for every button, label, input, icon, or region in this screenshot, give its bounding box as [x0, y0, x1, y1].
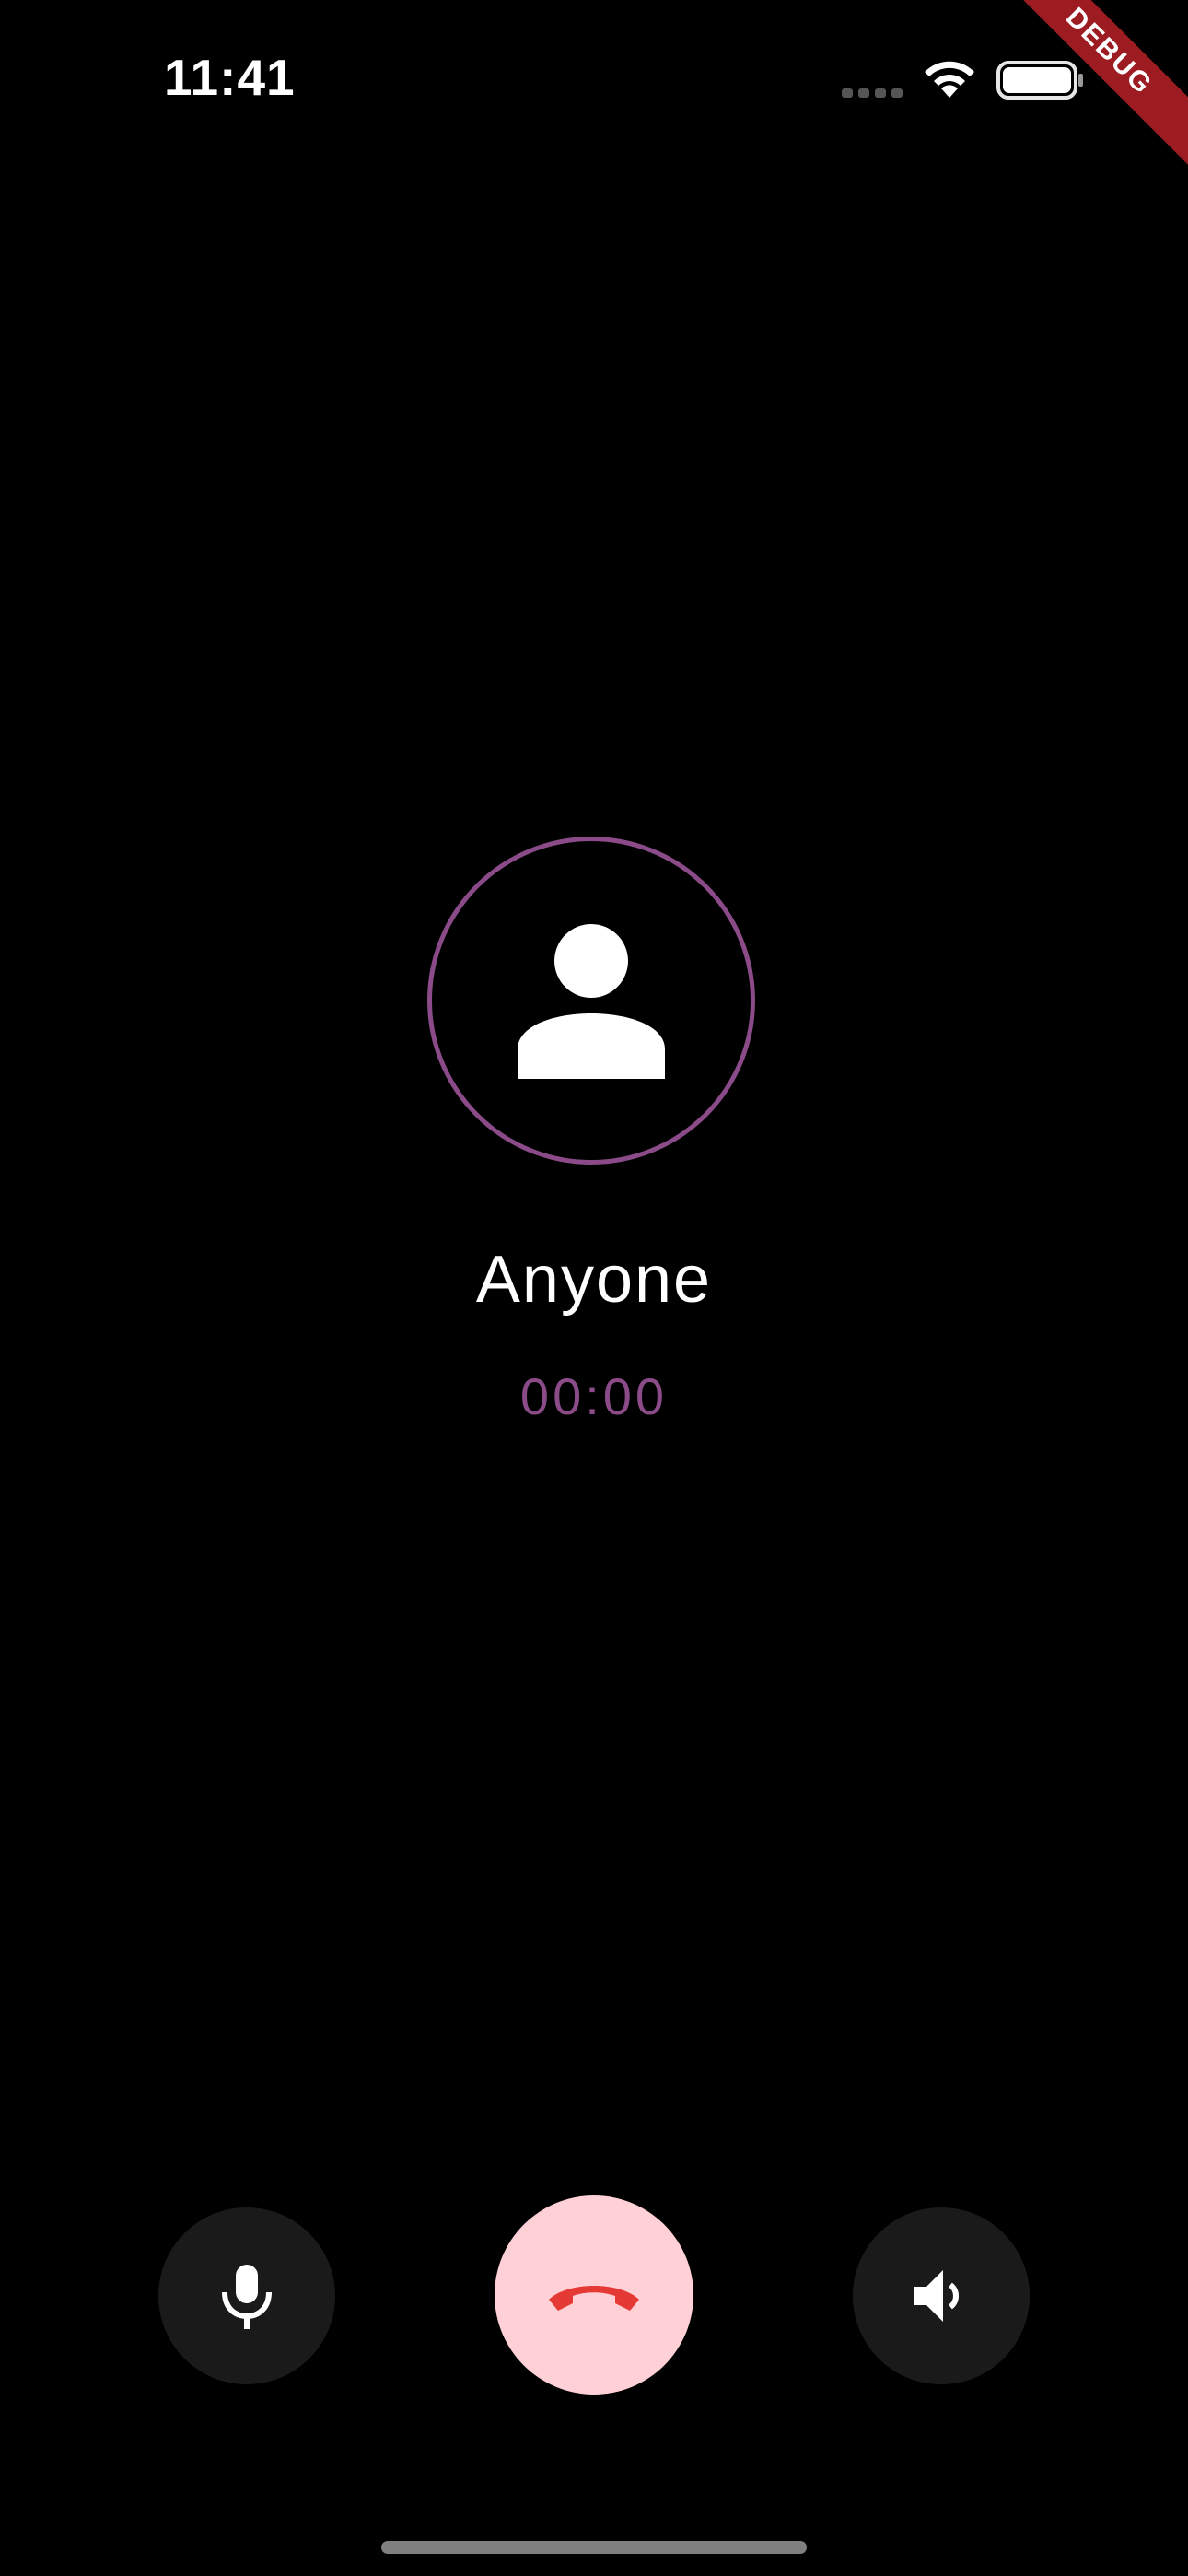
mute-button[interactable] — [158, 2207, 335, 2384]
person-icon — [518, 924, 665, 1079]
call-timer: 00:00 — [519, 1367, 669, 1425]
status-time: 11:41 — [164, 49, 296, 106]
cellular-signal-icon — [842, 88, 903, 98]
caller-avatar — [427, 837, 755, 1165]
speaker-icon — [914, 2270, 959, 2322]
caller-name: Anyone — [475, 1243, 713, 1317]
status-bar: 11:41 — [0, 0, 1188, 157]
end-call-button[interactable] — [495, 2195, 693, 2395]
microphone-icon — [222, 2265, 272, 2329]
speaker-button[interactable] — [853, 2207, 1030, 2384]
battery-icon — [996, 61, 1083, 100]
home-indicator — [381, 2541, 807, 2554]
call-end-icon — [549, 2286, 639, 2311]
wifi-icon — [925, 61, 974, 98]
